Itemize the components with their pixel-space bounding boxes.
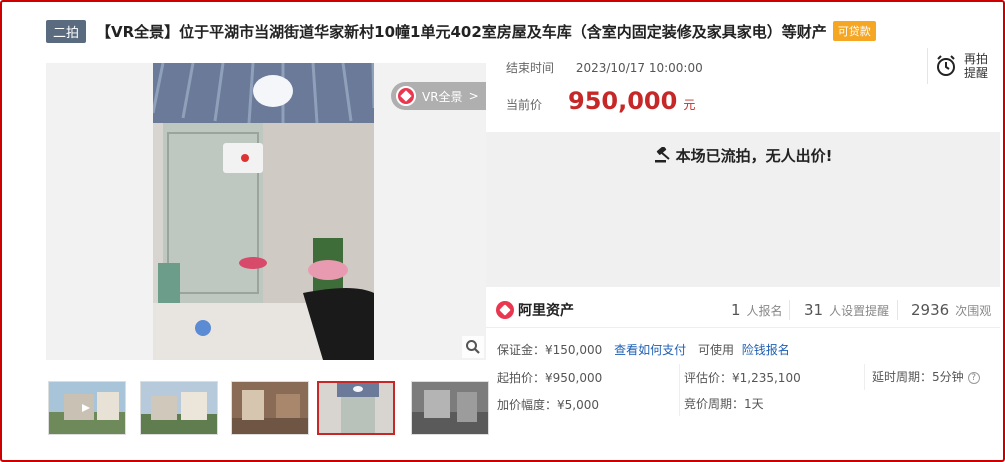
chevron-right-icon: > bbox=[468, 89, 479, 103]
price-unit: 元 bbox=[683, 98, 696, 112]
remind-label: 再拍提醒 bbox=[964, 52, 989, 80]
reminders-label: 人设置提醒 bbox=[829, 304, 890, 318]
auction-status-box: 本场已流拍，无人出价! bbox=[486, 132, 1000, 287]
appraisal-price: 评估价：¥1,235,100 bbox=[684, 371, 801, 385]
end-time-row: 结束时间 2023/10/17 10:00:00 bbox=[506, 59, 703, 76]
loan-badge[interactable]: 可贷款 bbox=[832, 21, 876, 41]
can-use-text: 可使用 bbox=[697, 343, 734, 357]
ali-assets-logo-icon bbox=[496, 300, 514, 319]
photo-gallery[interactable]: VR全景 > bbox=[46, 63, 486, 360]
thumbnail-2[interactable] bbox=[140, 381, 218, 435]
credit-register-link[interactable]: 险钱报名 bbox=[742, 343, 790, 357]
bidding-cycle: 竞价周期：1天 bbox=[684, 397, 764, 411]
deposit-row: 保证金：¥150,000 查看如何支付 可使用 险钱报名 bbox=[497, 341, 790, 358]
title-row: 二拍 【VR全景】位于平湖市当湖街道华家新村10幢1单元402室房屋及车库（含室… bbox=[46, 19, 876, 43]
alarm-clock-icon bbox=[937, 55, 955, 76]
thumbnail-5[interactable] bbox=[411, 381, 489, 435]
auction-status: 本场已流拍，无人出价! bbox=[486, 145, 1000, 166]
details-divider bbox=[864, 364, 865, 390]
remind-button[interactable]: 再拍提醒 bbox=[927, 48, 999, 84]
thumbnail-4[interactable] bbox=[317, 381, 395, 435]
reminders-stat: 31 人设置提醒 bbox=[804, 301, 889, 319]
vr-logo-icon bbox=[396, 86, 416, 106]
thumbnail-3[interactable] bbox=[231, 381, 309, 435]
stats-divider bbox=[897, 300, 898, 320]
thumbnail-strip bbox=[46, 381, 489, 437]
stats-row: 阿里资产 1 人报名 31 人设置提醒 2936 次围观 bbox=[486, 292, 1000, 328]
bid-increment: 加价幅度：¥5,000 bbox=[497, 398, 599, 412]
stats-divider bbox=[789, 300, 790, 320]
registrations-count: 1 bbox=[731, 301, 741, 319]
end-time-value: 2023/10/17 10:00:00 bbox=[575, 61, 703, 75]
how-to-pay-link[interactable]: 查看如何支付 bbox=[614, 343, 686, 357]
details-divider bbox=[679, 364, 680, 416]
views-stat: 2936 次围观 bbox=[911, 301, 991, 319]
starting-price: 起拍价：¥950,000 bbox=[497, 371, 603, 385]
delay-period-text: 延时周期：5分钟 bbox=[872, 370, 964, 384]
page-title: 【VR全景】位于平湖市当湖街道华家新村10幢1单元402室房屋及车库（含室内固定… bbox=[96, 22, 827, 41]
delay-period: 延时周期：5分钟? bbox=[872, 368, 980, 385]
deposit-value: 保证金：¥150,000 bbox=[497, 343, 603, 357]
current-price-value: 950,000 bbox=[568, 87, 678, 115]
end-time-label: 结束时间 bbox=[506, 61, 555, 75]
views-count: 2936 bbox=[911, 301, 950, 319]
main-photo[interactable] bbox=[153, 63, 374, 360]
reminders-count: 31 bbox=[804, 301, 824, 319]
registrations-stat: 1 人报名 bbox=[731, 301, 783, 319]
round-badge: 二拍 bbox=[46, 19, 87, 43]
views-label: 次围观 bbox=[955, 304, 992, 318]
ali-assets-brand: 阿里资产 bbox=[518, 302, 574, 319]
vr-tour-button[interactable]: VR全景 > bbox=[391, 82, 486, 110]
vr-label: VR全景 bbox=[422, 89, 463, 104]
registrations-label: 人报名 bbox=[746, 304, 783, 318]
current-price-row: 当前价 950,000 元 bbox=[506, 87, 695, 115]
gavel-icon bbox=[654, 146, 670, 163]
ali-assets-logo[interactable]: 阿里资产 bbox=[496, 300, 574, 320]
current-price-label: 当前价 bbox=[506, 98, 543, 112]
zoom-icon[interactable] bbox=[462, 336, 484, 358]
thumbnail-1[interactable] bbox=[48, 381, 126, 435]
auction-status-text: 本场已流拍，无人出价! bbox=[675, 147, 833, 165]
help-icon[interactable]: ? bbox=[967, 371, 980, 384]
